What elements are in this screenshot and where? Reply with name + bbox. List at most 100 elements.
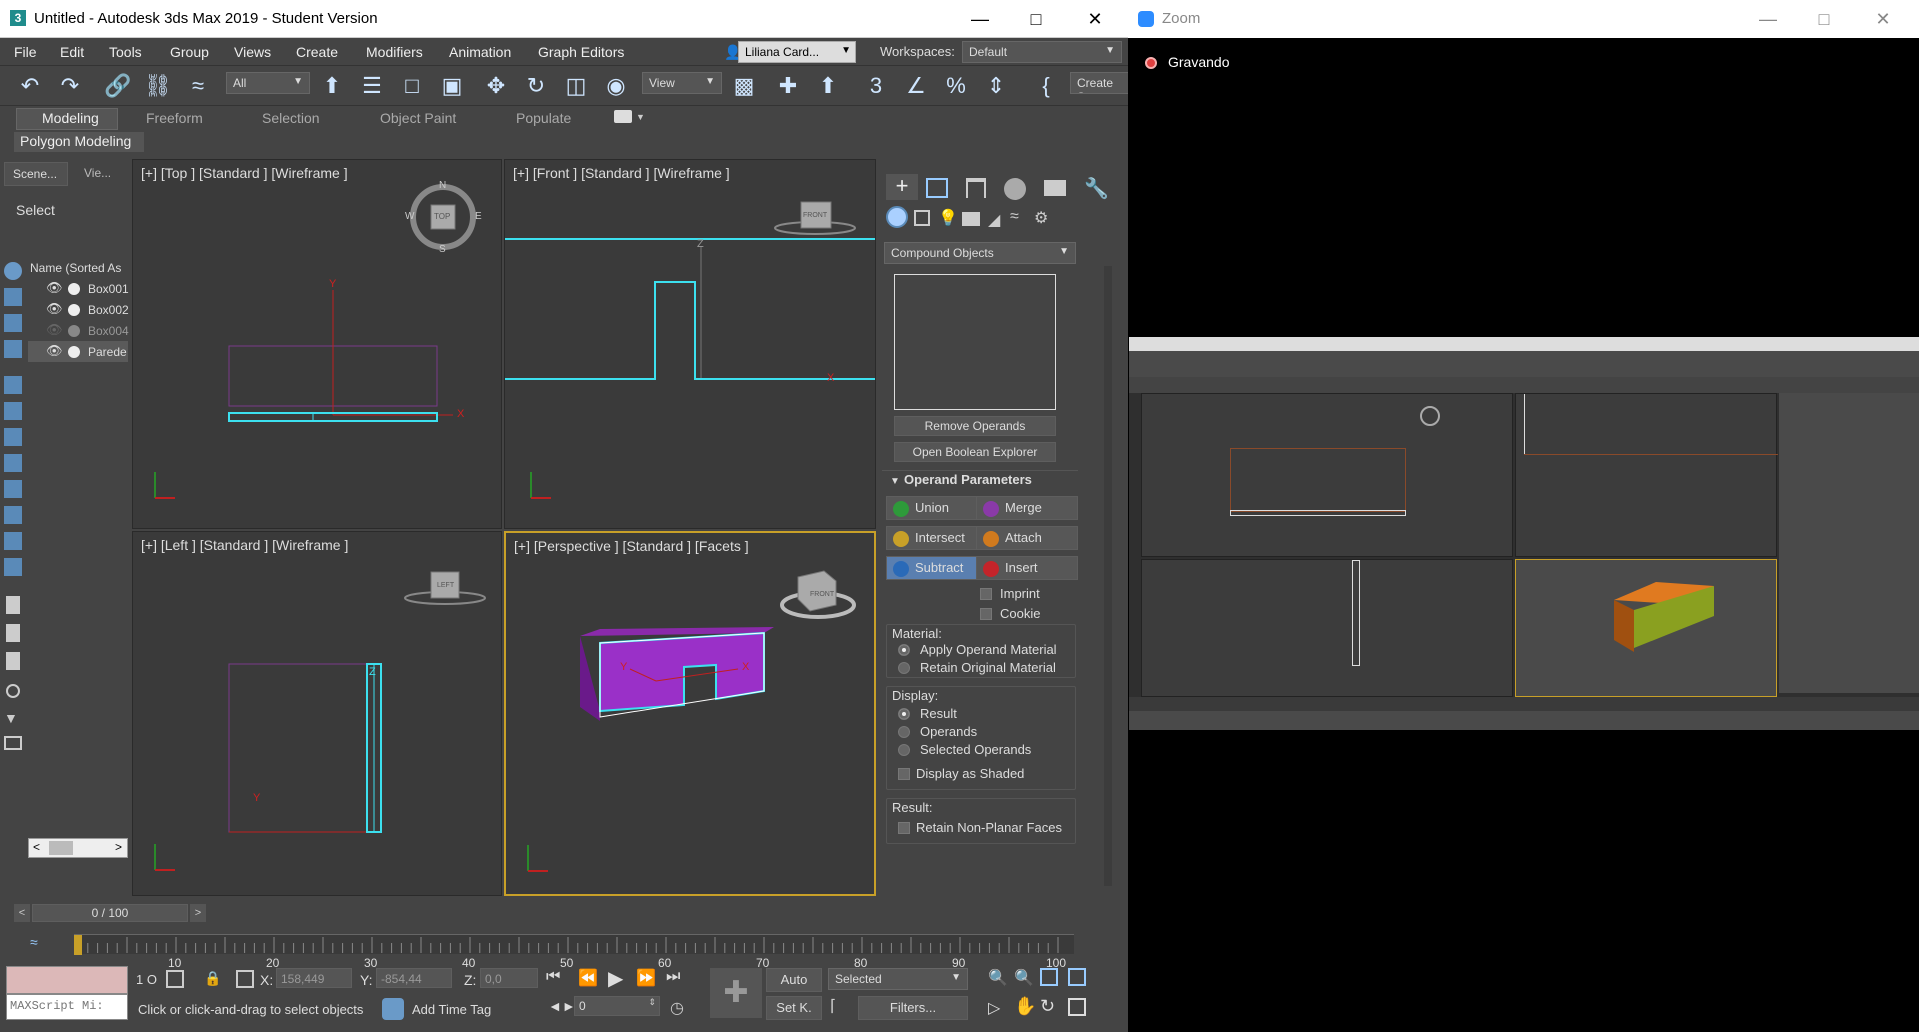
maxscript-listener-pink[interactable] [6,966,128,994]
filter-groups-icon[interactable] [4,428,22,446]
filter-funnel-icon[interactable]: ▼ [4,710,18,726]
time-config-icon[interactable]: ◷ [670,998,684,1018]
zoom-extents-icon[interactable] [1040,968,1058,986]
select-manipulate-icon[interactable]: ✚ [772,70,804,102]
orbit-icon[interactable]: ↻ [1040,996,1055,1017]
go-to-start-icon[interactable]: ⏮ [546,968,560,986]
absolute-mode-icon[interactable] [236,970,254,988]
filter-bones-icon[interactable] [4,480,22,498]
isolate-selection-icon[interactable] [166,970,184,988]
x-coordinate-field[interactable]: 158,449 [276,968,352,988]
close-button[interactable]: ✕ [1075,6,1115,32]
spinner-snap-icon[interactable]: ⇕ [980,70,1012,102]
tab-selection[interactable]: Selection [262,110,320,126]
explorer-tab-scene[interactable]: Scene... [4,162,68,186]
pivot-center-icon[interactable]: ▩ [728,70,760,102]
add-time-tag-icon[interactable] [382,998,404,1020]
select-by-name-icon[interactable]: ☰ [356,70,388,102]
angle-snap-icon[interactable]: ∠ [900,70,932,102]
track-bar[interactable] [74,934,1074,955]
zoom-icon[interactable]: 🔍 [988,968,1008,988]
spacewarps-category-icon[interactable]: ≈ [1010,208,1019,226]
retain-original-material-radio[interactable] [898,662,910,674]
apply-operand-material-radio[interactable] [898,644,910,656]
menu-create[interactable]: Create [296,44,338,60]
zoom-close-button[interactable]: ✕ [1863,6,1903,32]
timeslider-next-button[interactable]: > [190,904,206,922]
play-icon[interactable]: ▶ [608,966,623,991]
imprint-checkbox[interactable] [980,588,992,600]
menu-file[interactable]: File [14,44,37,60]
intersect-button[interactable]: Intersect [886,526,988,550]
subtract-button[interactable]: Subtract [886,556,988,580]
user-account-dropdown[interactable]: Liliana Card... ▼ [738,41,856,63]
go-to-end-icon[interactable]: ⏭ [666,968,680,986]
filter-cameras-icon[interactable] [4,340,22,358]
layer-icon[interactable] [4,736,22,750]
zoom-extents-all-icon[interactable] [1068,968,1086,986]
window-crossing-icon[interactable]: ▣ [436,70,468,102]
utilities-tab-icon[interactable]: 🔧 [1084,176,1109,201]
bind-spacewarp-icon[interactable]: ≈ [182,70,214,102]
operands-list[interactable] [894,274,1056,410]
viewport-perspective[interactable]: [+] [Perspective ] [Standard ] [Facets ]… [504,531,876,896]
current-frame-field[interactable]: 0 ⇕ [574,996,660,1016]
scroll-left-icon[interactable]: < [33,840,40,854]
filter-helpers-icon[interactable] [4,376,22,394]
display-operands-radio[interactable] [898,726,910,738]
retain-non-planar-checkbox[interactable] [898,822,910,834]
scale-icon[interactable]: ◫ [560,70,592,102]
viewport-top[interactable]: [+] [Top ] [Standard ] [Wireframe ] Y X … [132,159,502,529]
time-marker[interactable] [74,935,82,955]
unlink-icon[interactable]: ⛓ [142,70,174,102]
minimize-button[interactable]: — [960,6,1000,32]
add-time-tag-label[interactable]: Add Time Tag [412,1002,491,1017]
viewcube-label[interactable]: LEFT [437,582,454,589]
list-item[interactable]: 👁 Box004 [28,320,129,341]
filters-button[interactable]: Filters... [858,996,968,1020]
workspaces-dropdown[interactable]: Default ▼ [962,41,1122,63]
rollout-collapse-icon[interactable]: ▼ [890,476,900,487]
maximize-button[interactable]: □ [1016,6,1056,32]
pan-icon[interactable]: ✋ [1014,996,1036,1017]
filter-frozen-icon[interactable] [4,532,22,550]
list-item[interactable]: 👁 Parede [28,341,128,362]
menu-edit[interactable]: Edit [60,44,84,60]
geometry-category-icon[interactable] [886,206,908,228]
open-boolean-explorer-button[interactable]: Open Boolean Explorer [894,442,1056,462]
display-shaded-checkbox[interactable] [898,768,910,780]
redo-icon[interactable]: ↷ [54,70,86,102]
menu-views[interactable]: Views [234,44,271,60]
systems-category-icon[interactable]: ⚙ [1034,208,1048,228]
prev-frame-icon[interactable]: ⏪ [578,968,598,988]
cookie-checkbox[interactable] [980,608,992,620]
auto-key-button[interactable]: Auto [766,968,822,992]
maxscript-listener-input[interactable]: MAXScript Mi: [6,994,128,1020]
invert-display-icon[interactable] [6,652,20,670]
selection-filter-dropdown[interactable]: All ▼ [226,72,310,94]
zoom-maximize-button[interactable]: □ [1804,6,1844,32]
selected-set-dropdown[interactable]: Selected ▼ [828,968,968,990]
rotate-icon[interactable]: ↻ [520,70,552,102]
snap-3d-icon[interactable]: 3 [860,70,892,102]
zoom-all-icon[interactable]: 🔍 [1014,968,1034,988]
tab-freeform[interactable]: Freeform [146,110,203,126]
tab-populate[interactable]: Populate [516,110,571,126]
eye-icon[interactable]: 👁 [46,343,63,359]
menu-tools[interactable]: Tools [109,44,142,60]
select-object-icon[interactable]: ⬆ [316,70,348,102]
eye-icon[interactable]: 👁 [46,280,63,296]
filter-xrefs-icon[interactable] [4,454,22,472]
filter-lights-icon[interactable] [4,314,22,332]
place-icon[interactable]: ◉ [600,70,632,102]
shapes-category-icon[interactable] [914,210,930,226]
explorer-column-header[interactable]: Name (Sorted As [30,261,121,275]
menu-animation[interactable]: Animation [449,44,511,60]
link-icon[interactable]: 🔗 [102,70,134,102]
key-filters-icon[interactable]: ⌈ [830,996,836,1016]
menu-modifiers[interactable]: Modifiers [366,44,423,60]
lock-selection-icon[interactable]: 🔒 [204,970,221,987]
helpers-category-icon[interactable]: ◢ [988,210,1000,230]
list-item[interactable]: 👁 Box002 [28,299,129,320]
filter-hidden-icon[interactable] [4,558,22,576]
